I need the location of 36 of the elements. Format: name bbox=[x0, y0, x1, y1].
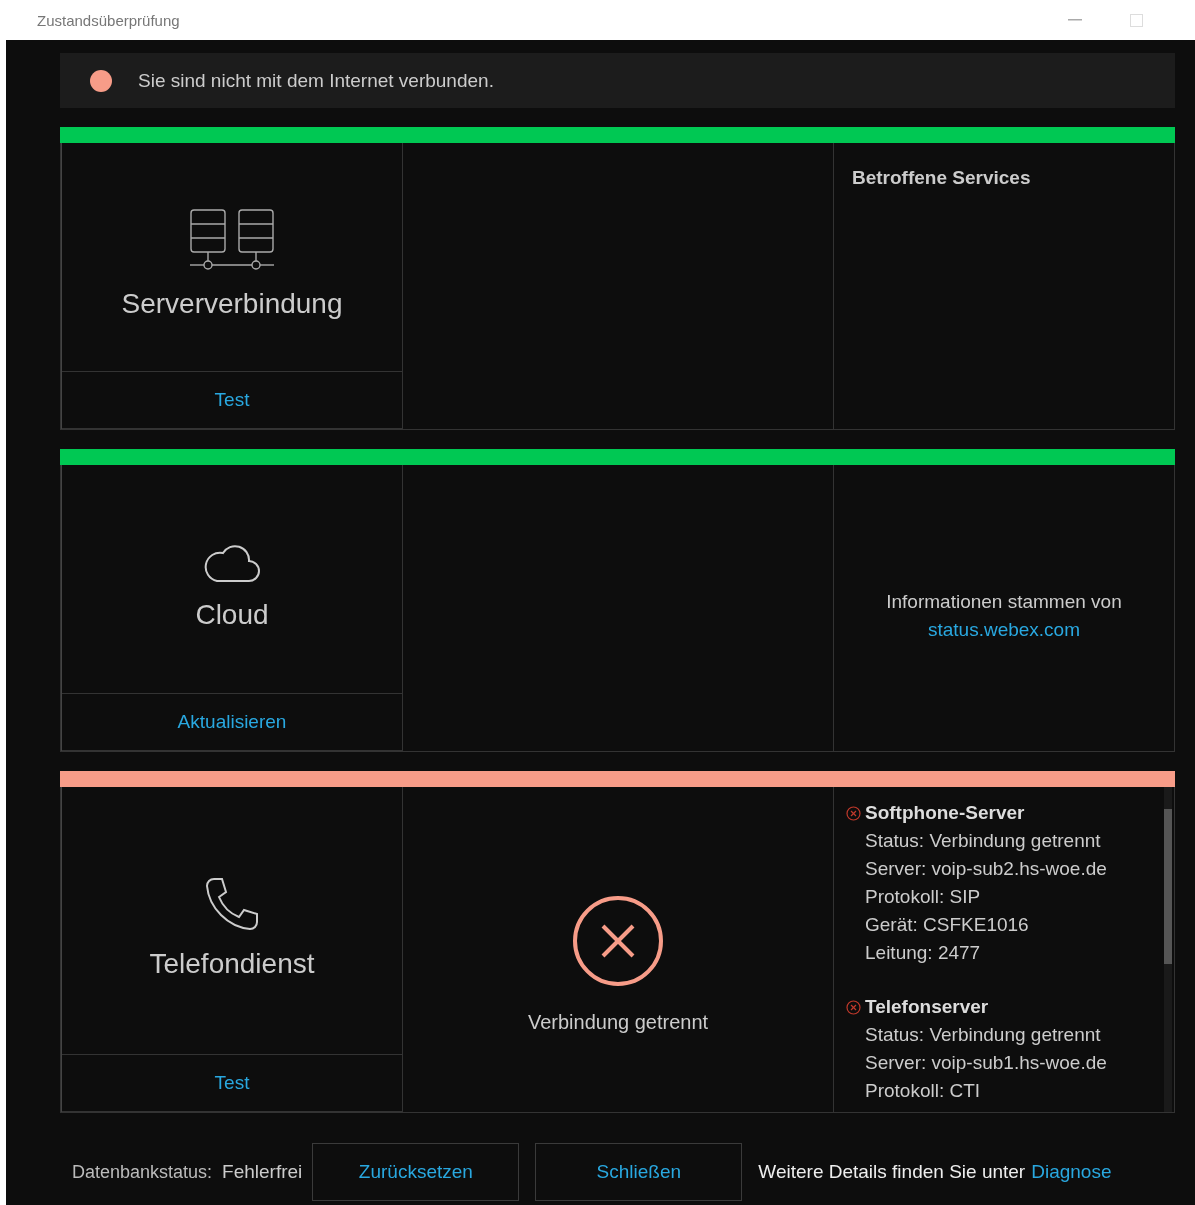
maximize-icon[interactable] bbox=[1130, 13, 1143, 27]
footer-button[interactable]: Zurücksetzen bbox=[312, 1143, 520, 1201]
window-title: Zustandsüberprüfung bbox=[37, 11, 180, 29]
affected-services-heading: Betroffene Services bbox=[852, 167, 1032, 189]
service-detail: Protokoll: SIP bbox=[864, 885, 982, 909]
service-title: Telefondienst bbox=[149, 947, 315, 980]
phone-icon bbox=[204, 875, 260, 932]
error-icon bbox=[846, 999, 861, 1015]
service-name: Softphone-Server bbox=[865, 801, 1025, 825]
action-button[interactable]: Test bbox=[62, 1055, 402, 1112]
server-icon bbox=[189, 208, 275, 272]
action-button[interactable]: Aktualisieren bbox=[62, 694, 402, 751]
database-status-label: Datenbankstatus: bbox=[72, 1161, 213, 1183]
footer-button[interactable]: Schließen bbox=[535, 1143, 743, 1201]
service-detail: Server: voip-sub2.hs-woe.de bbox=[864, 857, 1108, 881]
source-link[interactable]: status.webex.com bbox=[927, 619, 1081, 641]
service-title: Serververbindung bbox=[121, 288, 343, 320]
error-icon bbox=[572, 895, 664, 987]
service-name: Telefonserver bbox=[865, 995, 989, 1019]
details-hint: Weitere Details finden Sie unter bbox=[758, 1161, 1026, 1183]
minimize-icon[interactable] bbox=[1068, 19, 1082, 21]
service-title: Cloud bbox=[195, 599, 269, 631]
service-detail: Status: Verbindung getrennt bbox=[864, 829, 1102, 853]
error-icon bbox=[846, 805, 861, 821]
source-text: Informationen stammen von bbox=[886, 591, 1122, 613]
service-detail: Protokoll: CTI bbox=[864, 1079, 982, 1103]
service-detail: Leitung: 2477 bbox=[864, 941, 982, 965]
diagnosis-link[interactable]: Diagnose bbox=[1031, 1161, 1112, 1183]
database-status-value: Fehlerfrei bbox=[222, 1161, 303, 1183]
action-button[interactable]: Test bbox=[62, 372, 402, 429]
banner-text: Sie sind nicht mit dem Internet verbunden. bbox=[138, 69, 494, 92]
service-detail: Status: Verbindung getrennt bbox=[864, 1023, 1102, 1047]
connection-status: Verbindung getrennt bbox=[527, 1011, 709, 1034]
scrollbar[interactable] bbox=[1164, 787, 1172, 1112]
service-detail: Server: voip-sub1.hs-woe.de bbox=[864, 1051, 1108, 1075]
service-detail: Gerät: CSFKE1016 bbox=[864, 913, 1030, 937]
